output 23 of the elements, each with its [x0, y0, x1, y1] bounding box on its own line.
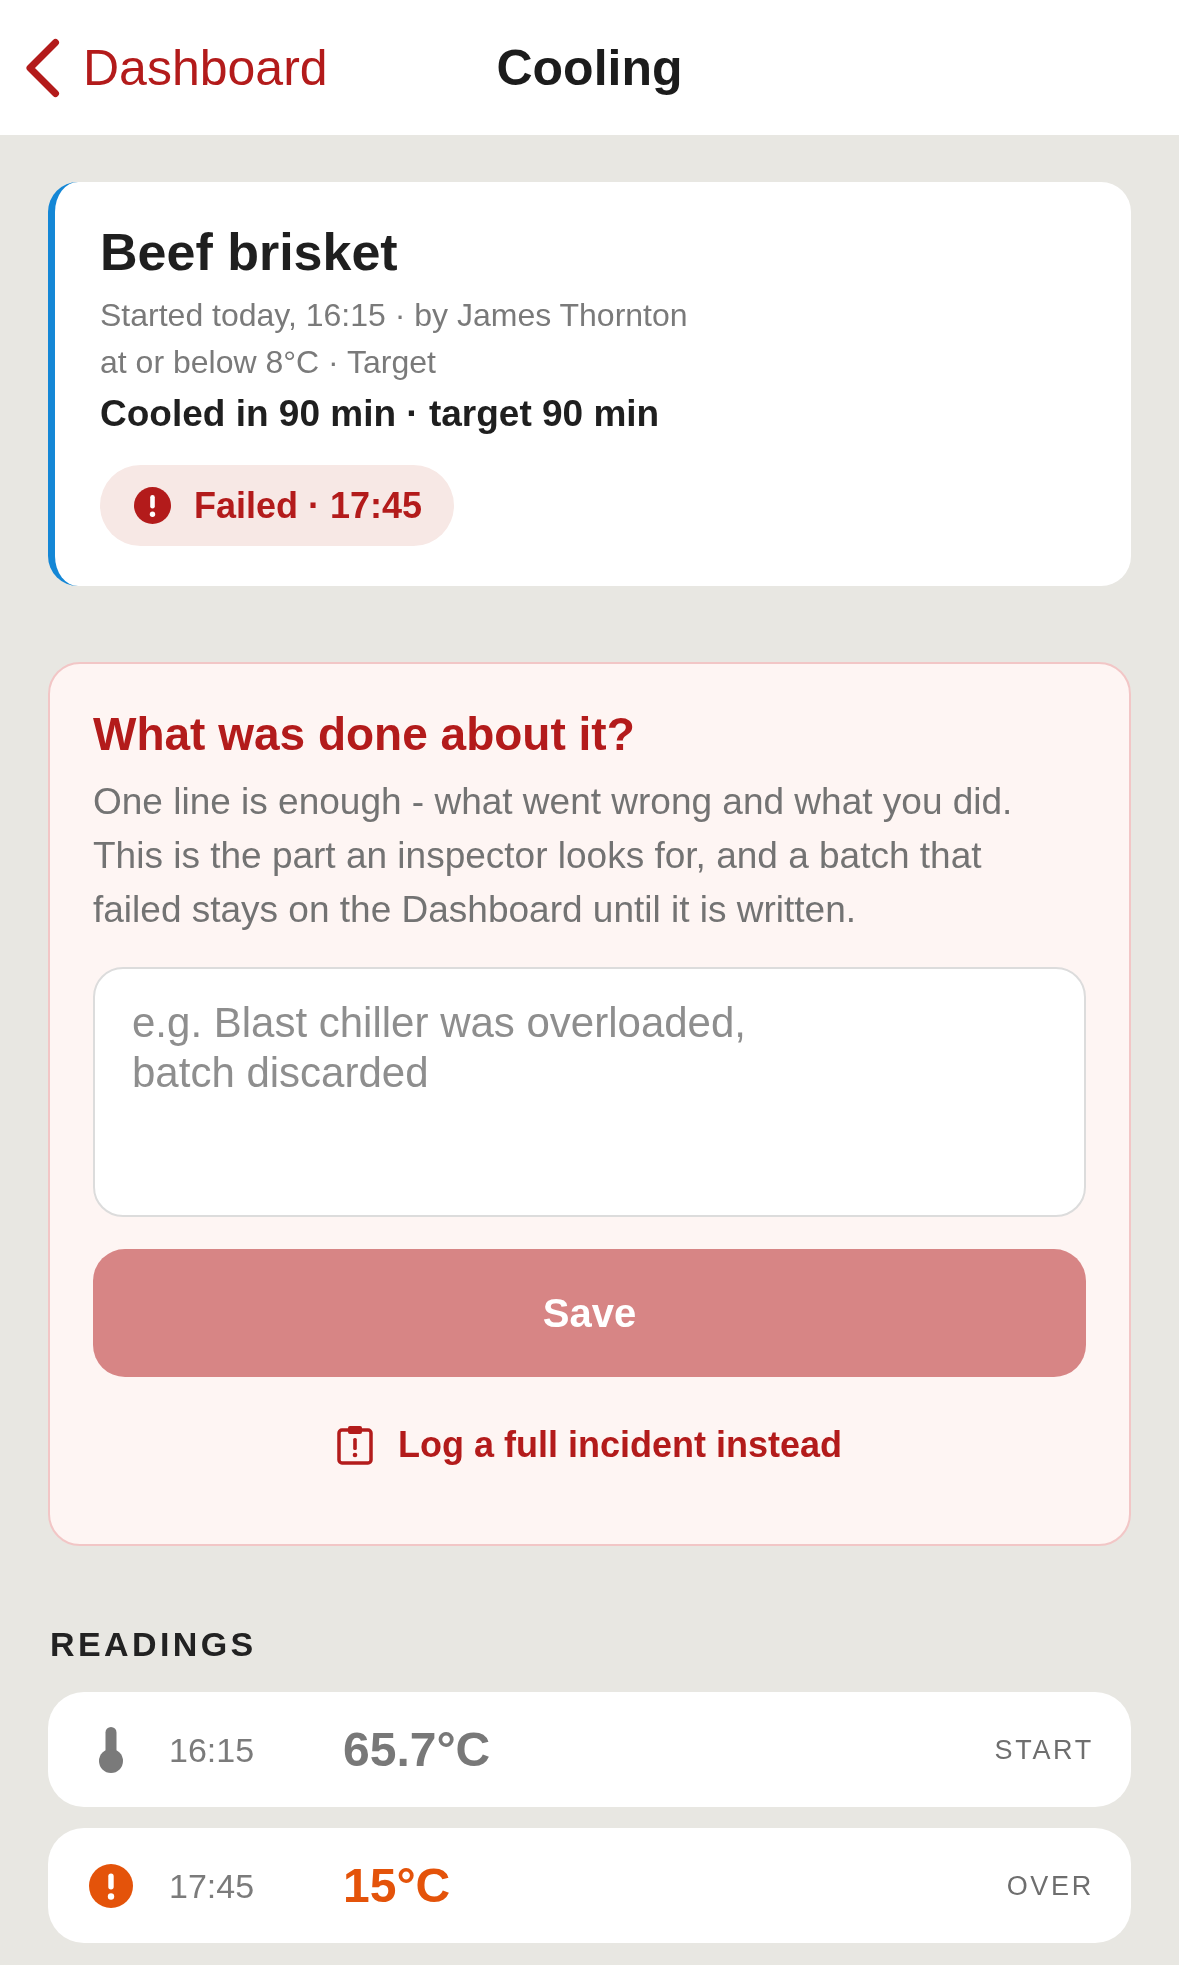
reading-time: 17:45: [169, 1865, 256, 1906]
readings-heading: READINGS: [50, 1624, 258, 1664]
thermometer-icon: [99, 1726, 123, 1773]
reading-tag: OVER: [1006, 1868, 1094, 1903]
reading-tag: START: [994, 1732, 1094, 1767]
section-heading: What was done about it?: [93, 708, 636, 760]
back-button[interactable]: Dashboard: [25, 37, 328, 98]
note-field[interactable]: e.g. Blast chiller was overloaded, batch discarded: [93, 967, 1086, 1217]
clipboard-alert-icon: [337, 1425, 373, 1465]
screen-title: Cooling: [496, 38, 683, 98]
reading-temperature: 15°C: [343, 1857, 452, 1914]
reading-temperature: 65.7°C: [343, 1721, 492, 1778]
started-info: Started today, 16:15 · by James Thornton: [100, 296, 689, 335]
alert-icon: [89, 1863, 133, 1908]
cooling-summary: Cooled in 90 min · target 90 min: [100, 392, 661, 436]
chevron-left-icon: [25, 37, 60, 98]
instructions-text: One line is enough - what went wrong and what you did. This is the part an inspector looks for, and a batch that failed stays on the Dashboard until it is written.: [93, 780, 1014, 932]
batch-title: Beef brisket: [100, 222, 399, 282]
status-label: Failed · 17:45: [194, 483, 423, 528]
alert-icon: [134, 487, 171, 524]
reading-time: 16:15: [169, 1729, 256, 1770]
target-info: at or below 8°C · Target: [100, 343, 437, 382]
incident-link[interactable]: Log a full incident instead: [337, 1421, 842, 1469]
